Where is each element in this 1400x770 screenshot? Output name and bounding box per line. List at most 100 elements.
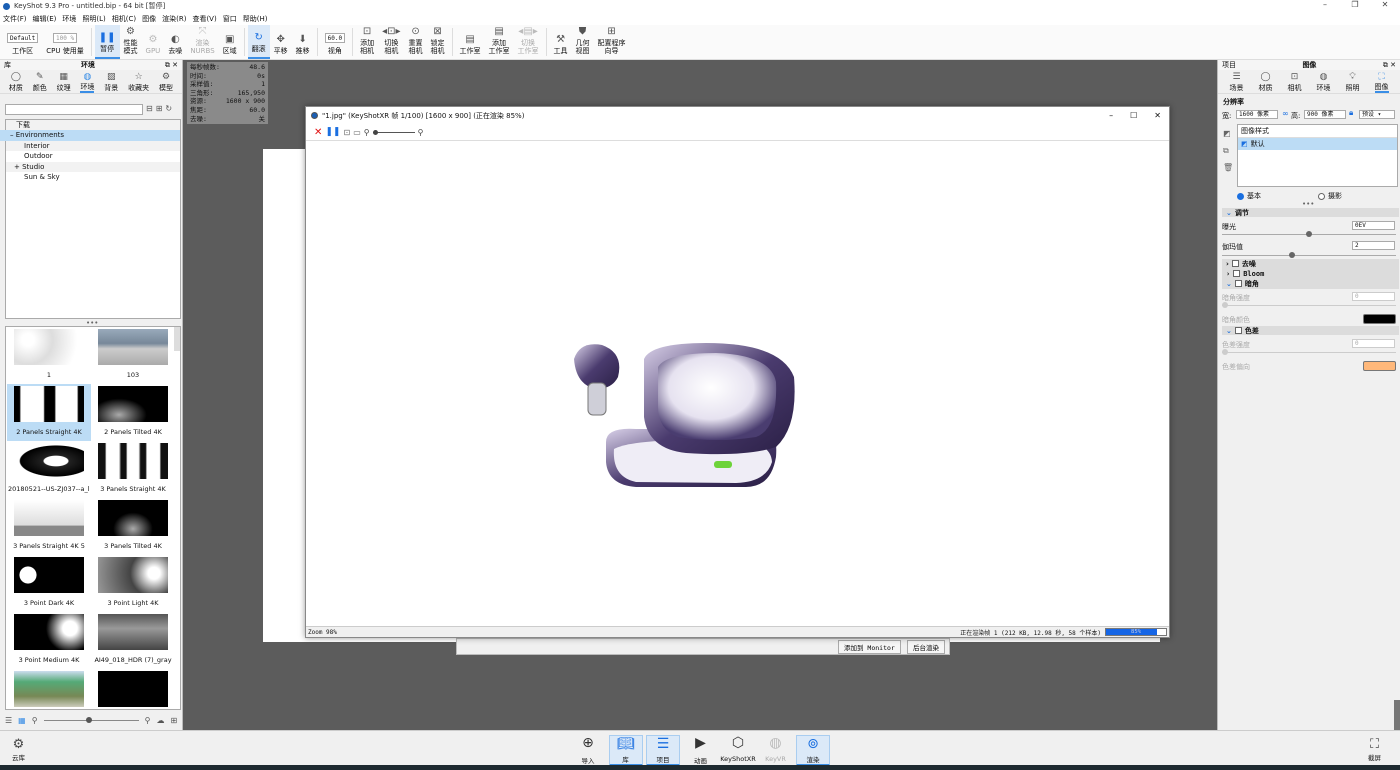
tree-item[interactable]: – Environments <box>0 130 180 141</box>
library-search-input[interactable] <box>5 104 143 115</box>
import-folder-icon[interactable]: ⊞ <box>170 716 177 725</box>
switch-studio-button[interactable]: ◂▤▸ 切换 工作室 <box>514 25 543 59</box>
denoise-button[interactable]: ◐ 去噪 <box>164 25 186 59</box>
zoom-out-icon[interactable]: ⚲ <box>364 128 370 137</box>
float-icon[interactable]: ⧉ <box>1383 61 1388 69</box>
mode-basic-radio[interactable]: 基本 <box>1237 191 1261 201</box>
folder-icon[interactable]: ⊞ <box>156 104 163 113</box>
cloud-download-icon[interactable]: ☁ <box>156 716 164 725</box>
environment-thumbnail[interactable]: 3 Panels Straight 4K <box>91 441 175 498</box>
menu-item[interactable]: 照明(L) <box>82 14 105 24</box>
background-render-button[interactable]: 后台渲染 <box>907 640 945 654</box>
stop-render-icon[interactable]: ✕ <box>314 127 322 138</box>
tab-6[interactable]: ⚙ 模型 <box>159 70 173 93</box>
keyvr-button[interactable]: ◍ KeyVR <box>759 735 793 766</box>
gpu-button[interactable]: ⚙ GPU <box>142 25 165 59</box>
workspace-select[interactable]: Default <box>7 33 39 43</box>
thumbnail-size-slider[interactable] <box>43 716 139 723</box>
pause-button[interactable]: ❚❚ 暂停 <box>94 25 120 59</box>
lock-camera-button[interactable]: ⊠ 锁定 相机 <box>427 25 449 59</box>
chromatic-section[interactable]: ⌄ 色差 <box>1222 326 1399 335</box>
chromatic-shift-swatch[interactable] <box>1363 361 1396 371</box>
tab-1[interactable]: ◯ 材质 <box>1259 70 1273 93</box>
reset-camera-button[interactable]: ⊙ 重置 相机 <box>405 25 427 59</box>
add-studio-button[interactable]: ▤ 添加 工作室 <box>485 25 514 59</box>
duplicate-icon[interactable]: ⧉ <box>1223 142 1233 159</box>
bloom-section[interactable]: › Bloom <box>1222 269 1399 278</box>
performance-button[interactable]: ⚙ 性能 模式 <box>120 25 142 59</box>
fit-icon[interactable]: ⊡ <box>343 128 350 137</box>
studio-button[interactable]: ▤ 工作室 <box>456 25 485 59</box>
region-button[interactable]: ▣ 区域 <box>219 25 241 59</box>
denoise-section[interactable]: › 去噪 <box>1222 259 1399 268</box>
vignette-color-swatch[interactable] <box>1363 314 1396 324</box>
tools-button[interactable]: ⚒ 工具 <box>550 25 572 59</box>
environment-thumbnail[interactable]: 3 Panels Tilted 4K <box>91 498 175 555</box>
menu-item[interactable]: 查看(V) <box>192 14 216 24</box>
nurbs-button[interactable]: ⤧ 渲染 NURBS <box>186 25 218 59</box>
menu-item[interactable]: 窗口 <box>223 14 237 24</box>
environment-thumbnail[interactable]: AI49_018_HDR (7)_gray <box>91 612 175 669</box>
exposure-slider[interactable] <box>1222 231 1396 237</box>
minimize-icon[interactable]: – <box>1109 111 1113 120</box>
menu-item[interactable]: 环境 <box>62 14 76 24</box>
render-button[interactable]: ⊚ 渲染 <box>796 735 830 766</box>
actual-size-icon[interactable]: ▭ <box>353 128 361 137</box>
tree-item[interactable]: Outdoor <box>6 151 180 161</box>
folder-add-icon[interactable]: ⊟ <box>146 104 153 113</box>
grid-view-icon[interactable]: ▦ <box>18 716 26 725</box>
preset-select[interactable]: 预设 ▾ <box>1359 110 1395 119</box>
workspace-button[interactable]: Default 工作区 <box>3 25 42 59</box>
import-button[interactable]: ⊕ 导入 <box>571 735 605 766</box>
refresh-icon[interactable]: ↻ <box>165 104 172 113</box>
vignette-strength-slider[interactable] <box>1222 302 1396 308</box>
library-button[interactable]: 📖︎ 库 <box>608 735 643 766</box>
switch-camera-button[interactable]: ◂⊡▸ 切换 相机 <box>378 25 404 59</box>
gamma-slider[interactable] <box>1222 252 1396 258</box>
float-icon[interactable]: ⧉ <box>165 61 170 69</box>
tab-5[interactable]: ☆ 收藏夹 <box>128 70 149 93</box>
image-style-default[interactable]: ◩ 默认 <box>1238 138 1397 150</box>
zoom-in-icon[interactable]: ⚲ <box>145 716 151 725</box>
animation-button[interactable]: ▶ 动画 <box>684 735 718 766</box>
keyshotxr-button[interactable]: ⬡ KeyShotXR <box>720 735 756 766</box>
environment-thumbnail[interactable]: 103 <box>91 327 175 384</box>
delete-icon[interactable]: 🗑︎ <box>1223 159 1233 176</box>
environment-thumbnail[interactable]: 3 Point Light 4K <box>91 555 175 612</box>
image-style-icon[interactable]: ◩ <box>1223 125 1233 142</box>
environment-thumbnail[interactable]: 2 Panels Tilted 4K <box>91 384 175 441</box>
exposure-input[interactable]: 0EV <box>1352 221 1395 230</box>
fov-input[interactable]: 60.0 <box>324 33 346 43</box>
cpu-usage-select[interactable]: 100 % <box>53 33 78 43</box>
tab-1[interactable]: ✎ 颜色 <box>33 70 47 93</box>
minimize-button[interactable]: – <box>1310 0 1340 9</box>
menu-item[interactable]: 帮助(H) <box>243 14 268 24</box>
pause-icon[interactable]: ❚❚ <box>325 127 340 137</box>
tree-item[interactable]: 下载 <box>6 120 180 131</box>
menu-item[interactable]: 文件(F) <box>3 14 27 24</box>
add-to-monitor-button[interactable]: 添加到 Monitor <box>838 640 901 654</box>
chromatic-strength-slider[interactable] <box>1222 349 1396 355</box>
menu-item[interactable]: 图像 <box>142 14 156 24</box>
tree-item[interactable]: + Studio <box>6 161 180 172</box>
close-panel-icon[interactable]: ✕ <box>1390 61 1396 69</box>
scrollbar[interactable] <box>174 327 180 351</box>
tab-3[interactable]: ◍ 环境 <box>1317 70 1331 93</box>
maximize-button[interactable]: ❐ <box>1340 0 1370 9</box>
width-input[interactable]: 1600 像素 <box>1236 110 1278 119</box>
tree-item[interactable]: Interior <box>6 140 180 152</box>
close-panel-icon[interactable]: ✕ <box>172 61 178 69</box>
adjust-section[interactable]: ⌄ 调节 <box>1222 208 1399 217</box>
environment-thumbnail[interactable]: 3 Point Medium 4K <box>7 612 91 669</box>
mode-photo-radio[interactable]: 摄影 <box>1318 191 1342 201</box>
tree-item[interactable]: Sun & Sky <box>6 172 180 182</box>
add-camera-button[interactable]: ⊡ 添加 相机 <box>356 25 378 59</box>
configurator-button[interactable]: ⊞ 配置程序 向导 <box>594 25 630 59</box>
environment-thumbnail[interactable] <box>7 669 91 709</box>
dolly-button[interactable]: ⬇ 推移 <box>292 25 314 59</box>
zoom-slider[interactable] <box>372 129 415 135</box>
close-button[interactable]: ✕ <box>1370 0 1400 9</box>
cloud-library-button[interactable]: ⚙ 云库 <box>12 737 25 762</box>
gamma-input[interactable]: 2 <box>1352 241 1395 250</box>
fov-button[interactable]: 60.0 视角 <box>321 25 349 59</box>
